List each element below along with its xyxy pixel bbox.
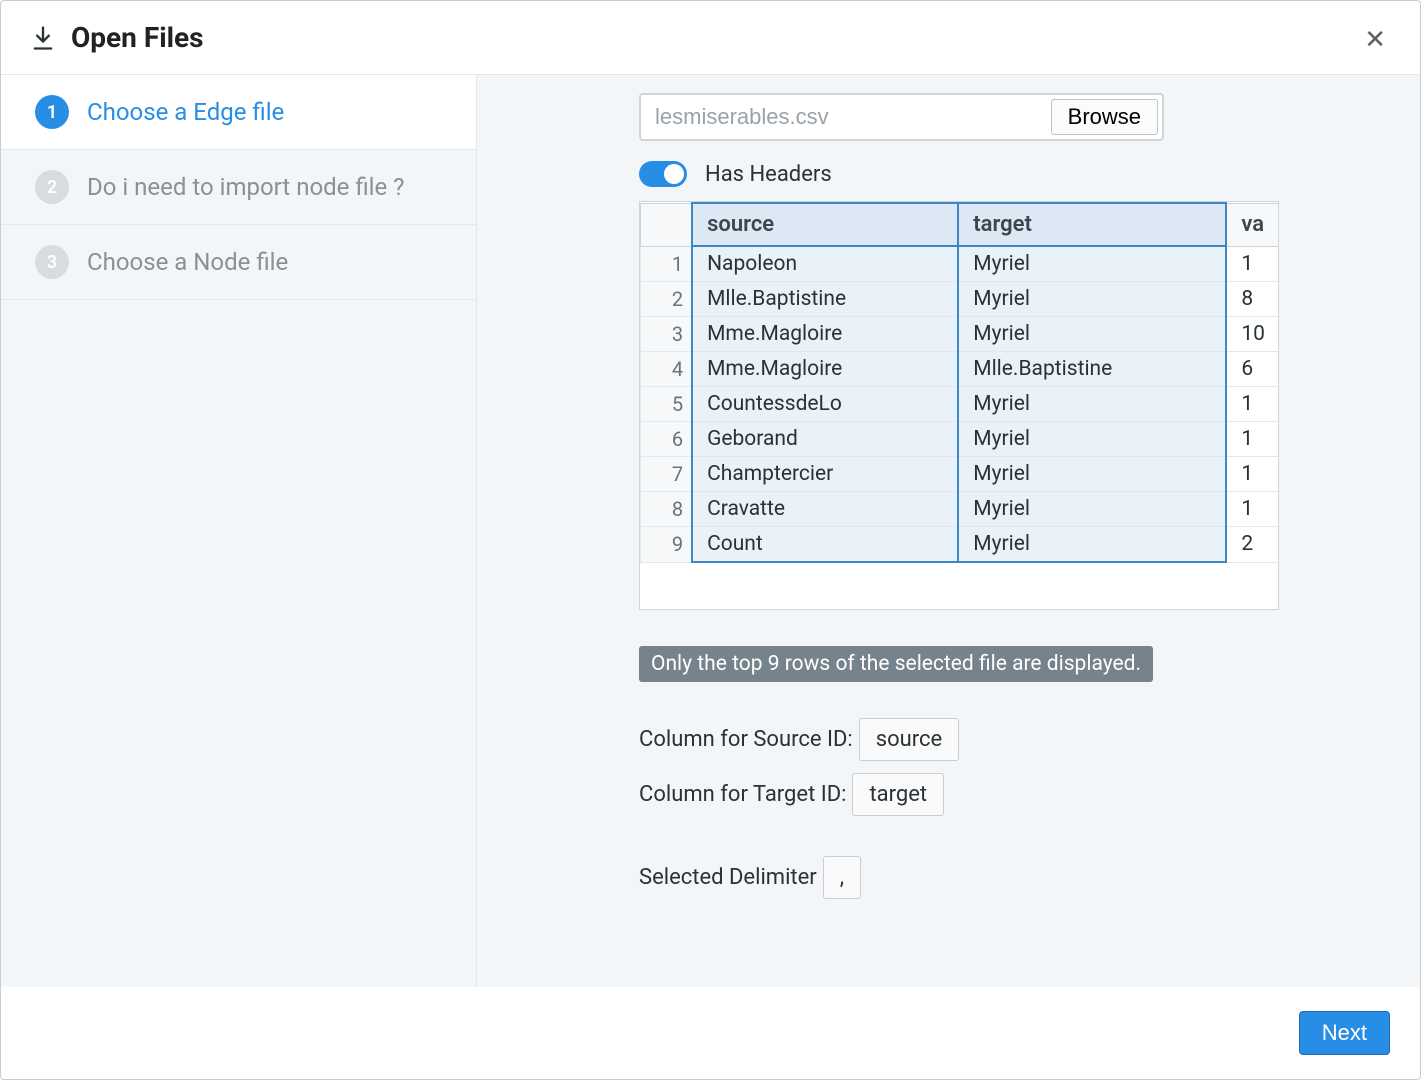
row-number: 1 — [641, 246, 693, 282]
download-icon — [29, 24, 57, 52]
edge-file-field: Browse — [639, 93, 1164, 141]
cell[interactable]: 1 — [1226, 457, 1279, 492]
row-number: 2 — [641, 282, 693, 317]
table-row: 5CountessdeLoMyriel1 — [641, 387, 1280, 422]
row-number: 3 — [641, 317, 693, 352]
dialog-footer: Next — [1, 987, 1420, 1079]
table-row: 6GeborandMyriel1 — [641, 422, 1280, 457]
table-row: 9CountMyriel2 — [641, 527, 1280, 563]
step-number: 2 — [35, 170, 69, 204]
cell[interactable]: Mlle.Baptistine — [958, 352, 1226, 387]
cell[interactable]: Myriel — [958, 282, 1226, 317]
edge-file-input[interactable] — [641, 95, 1047, 139]
cell[interactable]: 1 — [1226, 246, 1279, 282]
browse-button[interactable]: Browse — [1051, 99, 1158, 135]
next-button[interactable]: Next — [1299, 1011, 1390, 1055]
cell[interactable]: Geborand — [692, 422, 958, 457]
table-row: 8CravatteMyriel1 — [641, 492, 1280, 527]
cell[interactable]: Myriel — [958, 527, 1226, 563]
cell[interactable]: Myriel — [958, 246, 1226, 282]
cell[interactable]: 2 — [1226, 527, 1279, 563]
preview-table-wrap: sourcetargetva 1NapoleonMyriel12Mlle.Bap… — [639, 201, 1279, 610]
cell[interactable]: Cravatte — [692, 492, 958, 527]
cell[interactable]: Myriel — [958, 317, 1226, 352]
cell[interactable]: 1 — [1226, 387, 1279, 422]
cell[interactable]: 10 — [1226, 317, 1279, 352]
open-files-dialog: Open Files ✕ 1 Choose a Edge file 2 Do i ne… — [0, 0, 1421, 1080]
column-header[interactable]: target — [958, 203, 1226, 246]
close-button[interactable]: ✕ — [1358, 25, 1392, 53]
cell[interactable]: Mme.Magloire — [692, 352, 958, 387]
delimiter-label: Selected Delimiter — [639, 865, 817, 890]
stepper: 1 Choose a Edge file 2 Do i need to import … — [1, 75, 477, 987]
preview-table: sourcetargetva 1NapoleonMyriel12Mlle.Bap… — [640, 202, 1279, 563]
table-row: 4Mme.MagloireMlle.Baptistine6 — [641, 352, 1280, 387]
cell[interactable]: Count — [692, 527, 958, 563]
cell[interactable]: Mlle.Baptistine — [692, 282, 958, 317]
step-label: Choose a Edge file — [87, 98, 284, 126]
row-number: 9 — [641, 527, 693, 563]
preview-banner: Only the top 9 rows of the selected file… — [639, 646, 1153, 682]
column-header[interactable]: va — [1226, 203, 1279, 246]
source-id-select[interactable]: source — [859, 718, 959, 761]
step-label: Choose a Node file — [87, 248, 288, 276]
step-label: Do i need to import node file ? — [87, 173, 405, 201]
step-number: 1 — [35, 95, 69, 129]
cell[interactable]: Myriel — [958, 492, 1226, 527]
table-row: 7ChamptercierMyriel1 — [641, 457, 1280, 492]
target-id-select[interactable]: target — [852, 773, 944, 816]
cell[interactable]: 6 — [1226, 352, 1279, 387]
cell[interactable]: Napoleon — [692, 246, 958, 282]
table-row: 3Mme.MagloireMyriel10 — [641, 317, 1280, 352]
cell[interactable]: Champtercier — [692, 457, 958, 492]
row-number: 5 — [641, 387, 693, 422]
cell[interactable]: 1 — [1226, 492, 1279, 527]
table-row: 2Mlle.BaptistineMyriel8 — [641, 282, 1280, 317]
step-number: 3 — [35, 245, 69, 279]
stepper-item-2[interactable]: 2 Do i need to import node file ? — [1, 150, 476, 225]
cell[interactable]: Mme.Magloire — [692, 317, 958, 352]
target-id-label: Column for Target ID: — [639, 782, 846, 807]
dialog-title: Open Files — [71, 21, 204, 54]
stepper-item-1[interactable]: 1 Choose a Edge file — [1, 75, 476, 150]
cell[interactable]: 8 — [1226, 282, 1279, 317]
column-header[interactable]: source — [692, 203, 958, 246]
row-number: 4 — [641, 352, 693, 387]
cell[interactable]: CountessdeLo — [692, 387, 958, 422]
has-headers-label: Has Headers — [705, 162, 832, 187]
close-icon: ✕ — [1364, 24, 1386, 54]
cell[interactable]: 1 — [1226, 422, 1279, 457]
row-number: 8 — [641, 492, 693, 527]
delimiter-select[interactable]: , — [823, 856, 861, 899]
row-number: 6 — [641, 422, 693, 457]
step-content: Browse Has Headers sourcetargetva 1Napol… — [477, 75, 1420, 987]
cell[interactable]: Myriel — [958, 387, 1226, 422]
cell[interactable]: Myriel — [958, 422, 1226, 457]
row-number: 7 — [641, 457, 693, 492]
table-row: 1NapoleonMyriel1 — [641, 246, 1280, 282]
toggle-knob — [664, 164, 684, 184]
stepper-item-3[interactable]: 3 Choose a Node file — [1, 225, 476, 300]
cell[interactable]: Myriel — [958, 457, 1226, 492]
rownum-header — [641, 203, 693, 246]
has-headers-toggle[interactable] — [639, 161, 687, 187]
dialog-header: Open Files ✕ — [1, 1, 1420, 75]
source-id-label: Column for Source ID: — [639, 727, 853, 752]
